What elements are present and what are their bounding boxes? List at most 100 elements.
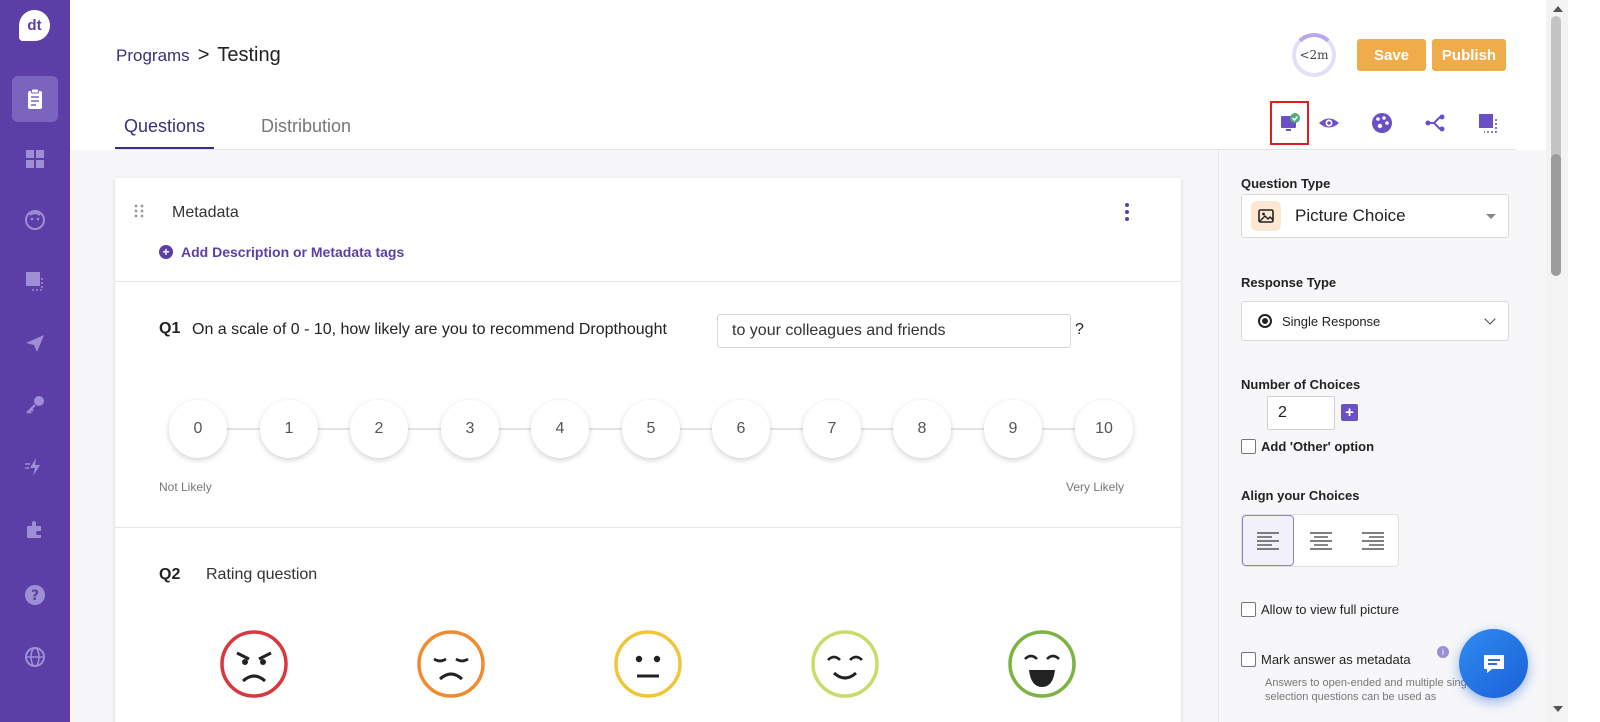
radio-icon [1258,314,1272,328]
picture-icon [1251,201,1281,231]
panel-scrollbar-thumb[interactable] [1551,154,1561,276]
sidebar-item-automation[interactable] [12,444,58,490]
scale-option-0[interactable]: 0 [169,400,227,458]
caret-down-icon [1486,214,1496,219]
grid-icon [26,150,44,168]
question-q1: Q1 On a scale of 0 - 10, how likely are … [115,282,1181,528]
embed-button[interactable] [1471,106,1505,140]
response-type-label: Response Type [1241,275,1337,290]
help-icon: ? [25,585,45,605]
save-button[interactable]: Save [1357,39,1426,71]
scroll-up-icon[interactable] [1553,6,1563,12]
scale-option-10[interactable]: 10 [1075,400,1133,458]
sidebar-item-surveys[interactable] [12,76,58,122]
bolt-icon [25,458,40,476]
question-type-select[interactable]: Picture Choice [1241,194,1509,238]
chat-support-button[interactable] [1459,629,1528,698]
metadata-helper-text: Answers to open-ended and multiple singl… [1265,677,1476,703]
question-mark: ? [1075,321,1084,338]
question-inline-input[interactable]: to your colleagues and friends [717,314,1071,348]
monitor-check-icon [1280,113,1300,131]
add-description-link[interactable]: + Add Description or Metadata tags [159,244,404,260]
sidebar: dt ? [0,0,70,722]
question-q2: Q2 Rating question [115,528,1181,722]
angry-face-icon[interactable] [219,629,289,699]
tab-distribution[interactable]: Distribution [261,116,351,137]
allow-full-picture-label: Allow to view full picture [1261,602,1399,617]
allow-full-picture-checkbox[interactable] [1241,602,1256,617]
scale-option-8[interactable]: 8 [893,400,951,458]
scale-option-9[interactable]: 9 [984,400,1042,458]
question-text[interactable]: Rating question [206,566,317,584]
num-choices-label: Number of Choices [1241,377,1361,392]
align-center-button[interactable] [1295,515,1347,566]
sidebar-item-dashboard[interactable] [12,136,58,182]
breadcrumb: Programs > Testing [116,44,281,67]
add-description-label: Add Description or Metadata tags [181,244,405,260]
increment-choices-button[interactable]: + [1341,404,1358,421]
align-center-icon [1310,531,1332,550]
num-choices-input[interactable]: 2 [1267,396,1335,430]
scale-option-5[interactable]: 5 [622,400,680,458]
align-right-button[interactable] [1347,515,1399,566]
scale-option-1[interactable]: 1 [260,400,318,458]
plus-circle-icon: + [159,245,173,259]
neutral-face-icon[interactable] [613,629,683,699]
align-left-button[interactable] [1242,515,1294,566]
happy-face-icon[interactable] [1007,629,1077,699]
sad-face-icon[interactable] [416,629,486,699]
question-text[interactable]: On a scale of 0 - 10, how likely are you… [192,321,667,339]
scale-option-7[interactable]: 7 [803,400,861,458]
sidebar-item-language[interactable] [12,634,58,680]
tab-questions[interactable]: Questions [114,116,215,149]
branch-icon [1425,114,1445,132]
mark-metadata-label: Mark answer as metadata [1261,652,1411,667]
eye-icon [1319,118,1339,128]
preview-button[interactable] [1312,106,1346,140]
mark-metadata-option[interactable]: Mark answer as metadata [1241,652,1411,667]
sidebar-item-send[interactable] [12,320,58,366]
palette-icon [1372,113,1392,133]
sidebar-item-keys[interactable] [12,382,58,428]
sidebar-item-help[interactable]: ? [12,572,58,618]
logo-text: dt [27,17,42,34]
sidebar-item-integrations[interactable] [12,506,58,552]
scale-high-label: Very Likely [1066,480,1125,494]
sidebar-item-reports[interactable] [12,258,58,304]
paper-plane-icon [26,335,44,352]
smile-face-icon[interactable] [810,629,880,699]
crop-icon [26,272,43,291]
scale-option-4[interactable]: 4 [531,400,589,458]
more-options-icon[interactable] [1123,202,1131,222]
mark-metadata-checkbox[interactable] [1241,652,1256,667]
chevron-down-icon [1484,313,1496,325]
scale-option-3[interactable]: 3 [441,400,499,458]
drag-handle-icon[interactable] [133,204,145,218]
sidebar-item-people[interactable] [12,197,58,243]
metadata-section: Metadata + Add Description or Metadata t… [115,178,1181,282]
align-right-icon [1362,531,1384,550]
breadcrumb-programs-link[interactable]: Programs [116,46,190,66]
puzzle-icon [27,521,41,538]
logic-button[interactable] [1418,106,1452,140]
scale-low-label: Not Likely [159,480,212,494]
scale-option-6[interactable]: 6 [712,400,770,458]
question-type-value: Picture Choice [1295,206,1406,225]
theme-button[interactable] [1365,106,1399,140]
breadcrumb-separator: > [197,44,210,66]
logo[interactable]: dt [19,10,50,41]
publish-button[interactable]: Publish [1432,39,1506,71]
add-other-option[interactable]: Add 'Other' option [1241,439,1374,454]
validate-button[interactable] [1270,101,1309,145]
question-number: Q2 [159,566,181,583]
scale-option-2[interactable]: 2 [350,400,408,458]
scroll-down-icon[interactable] [1553,706,1563,712]
response-type-select[interactable]: Single Response [1241,301,1509,341]
allow-full-picture-option[interactable]: Allow to view full picture [1241,602,1399,617]
add-other-label: Add 'Other' option [1261,439,1375,454]
info-icon[interactable]: i [1437,646,1449,658]
add-other-checkbox[interactable] [1241,439,1256,454]
align-choices-label: Align your Choices [1241,488,1360,503]
response-type-value: Single Response [1282,313,1381,329]
question-type-label: Question Type [1241,176,1331,191]
